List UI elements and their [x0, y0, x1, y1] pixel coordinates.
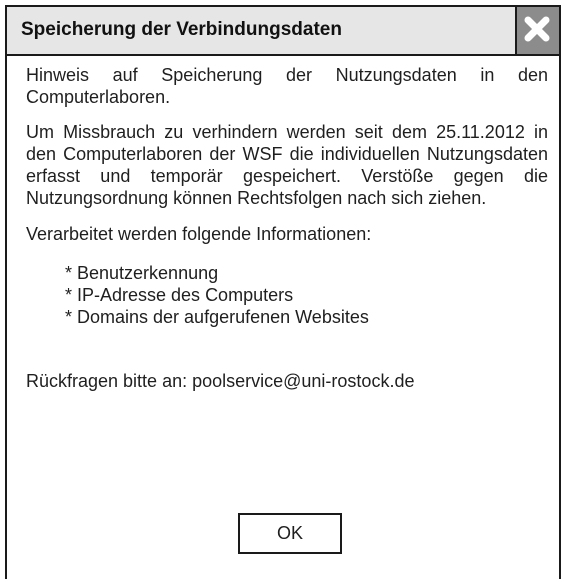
list-item: * IP-Adresse des Computers — [65, 285, 294, 305]
contact-text: Rückfragen bitte an: poolservice@uni-ros… — [26, 371, 415, 391]
list-intro-text: Verarbeitet werden folgende Informatione… — [26, 224, 372, 244]
dialog-titlebar: Speicherung der Verbindungsdaten — [7, 7, 559, 56]
dialog-title: Speicherung der Verbindungsdaten — [21, 19, 342, 40]
ok-button[interactable]: OK — [238, 513, 342, 554]
notice-dialog: Speicherung der Verbindungsdaten Hinweis… — [5, 5, 561, 579]
close-icon — [524, 16, 550, 42]
body-text: Um Missbrauch zu verhindern werden seit … — [26, 122, 548, 208]
list-item: * Benutzerkennung — [65, 263, 219, 283]
intro-text: Hinweis auf Speicherung der Nutzungsdate… — [26, 65, 548, 107]
info-list: * Benutzerkennung * IP-Adresse des Compu… — [26, 262, 548, 328]
close-button[interactable] — [515, 7, 559, 54]
dialog-content: Hinweis auf Speicherung der Nutzungsdate… — [26, 64, 548, 392]
list-item: * Domains der aufgerufenen Websites — [65, 307, 369, 327]
